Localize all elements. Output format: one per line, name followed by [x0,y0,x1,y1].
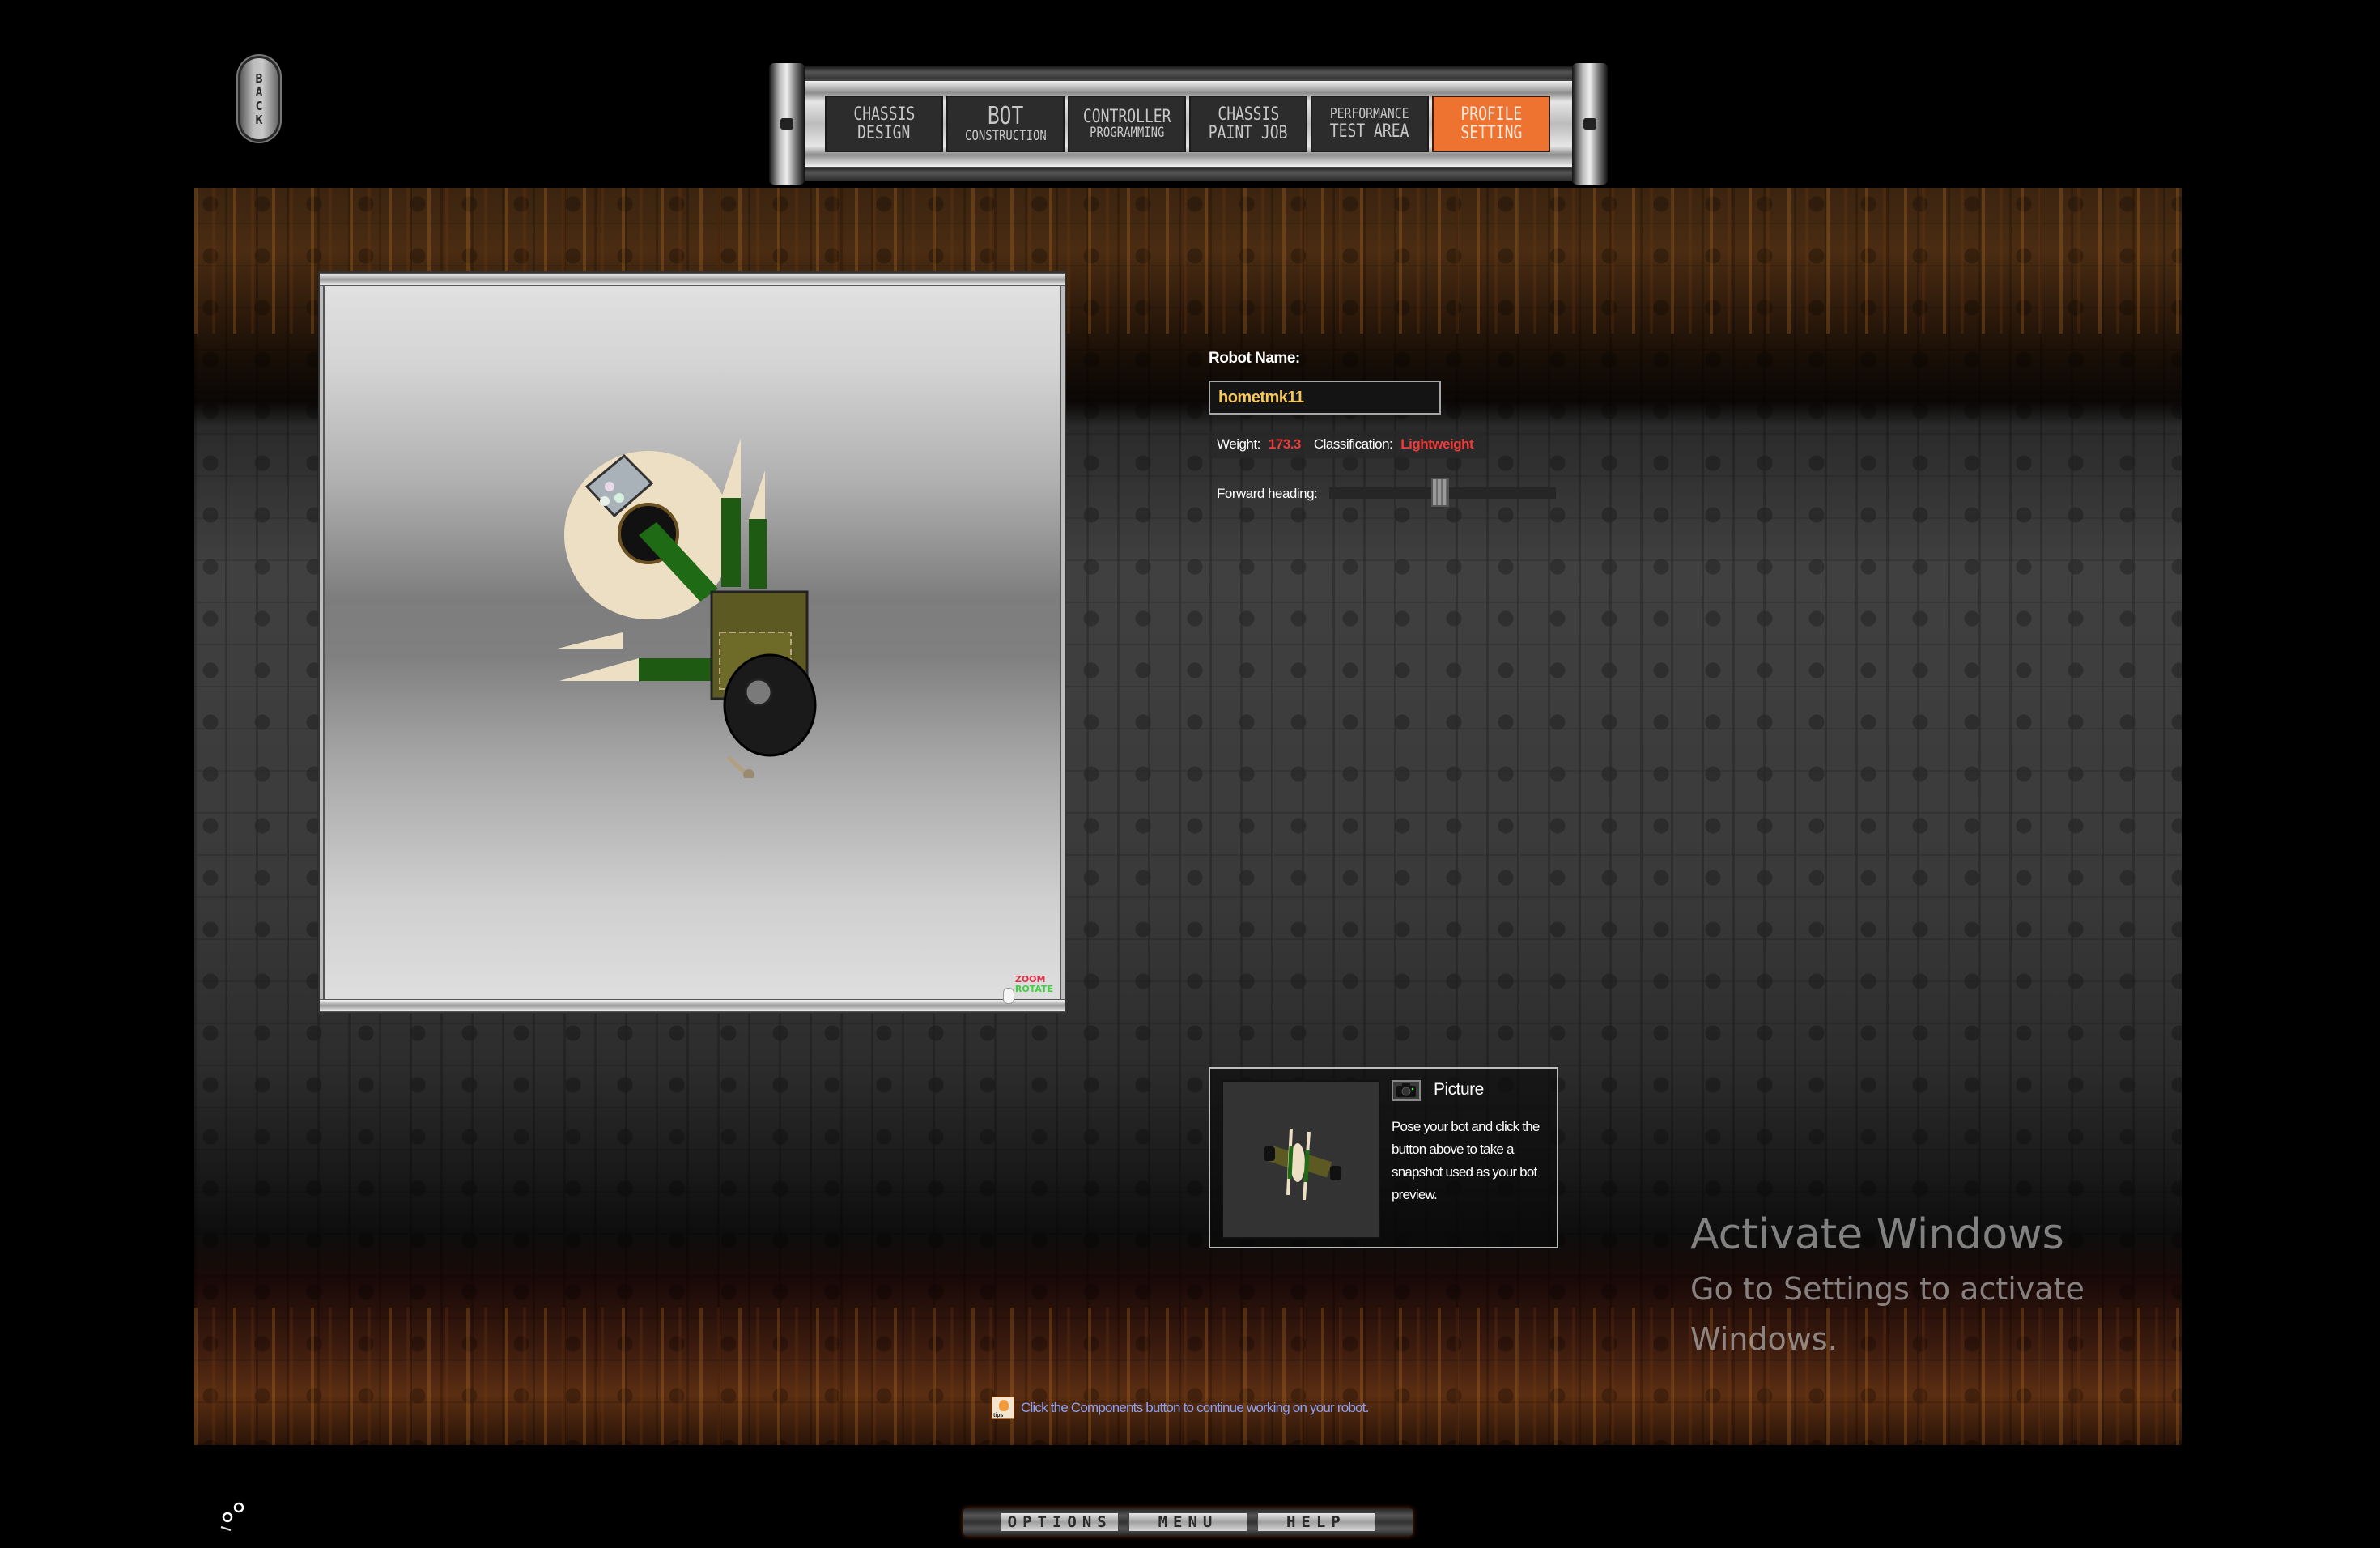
classification-label: Classification: [1313,436,1393,452]
tab-performance-test-area[interactable]: PERFORMANCE TEST AREA [1311,96,1429,152]
robot-loose-part [726,755,747,775]
robot-spike [721,438,741,498]
help-button[interactable]: HELP [1256,1512,1375,1532]
classification-value: Lightweight [1400,436,1474,452]
tab-label-line1: PERFORMANCE [1330,105,1409,122]
robot-name-input[interactable] [1209,381,1441,415]
watermark-subtext: Go to Settings to activate Windows. [1690,1271,2085,1357]
tab-label-line1: PROFILE [1460,104,1523,125]
tab-label-line2: DESIGN [857,123,911,143]
forward-heading-row: Forward heading: [1217,486,1318,502]
picture-description: Pose your bot and click the button above… [1392,1119,1540,1202]
tab-controller-programming[interactable]: CONTROLLER PROGRAMMING [1068,96,1186,152]
loading-spinner-icon [220,1502,244,1532]
tab-label-line2: PAINT JOB [1209,123,1288,143]
tab-label-line1: BOT [987,102,1024,131]
rotate-hint: ROTATE [1014,984,1053,994]
nav-rail-bottom [785,167,1592,181]
tab-label-line2: TEST AREA [1330,121,1409,142]
camera-icon [1396,1083,1416,1097]
tab-bot-construction[interactable]: BOT CONSTRUCTION [946,96,1065,152]
back-button[interactable]: BACK [240,58,278,139]
tab-chassis-paint-job[interactable]: CHASSIS PAINT JOB [1189,96,1307,152]
robot-spike [558,632,623,649]
mouse-icon [1003,988,1014,1004]
tab-label-line2: CONSTRUCTION [964,127,1047,144]
tab-label-line1: CHASSIS [1217,104,1280,125]
bot-preview-thumbnail [1264,1128,1341,1201]
forward-heading-slider-thumb[interactable] [1431,478,1450,507]
robot-spike [559,658,639,681]
tab-label-line2: PROGRAMMING [1089,124,1165,141]
top-navigation-bar: CHASSIS DESIGN BOT CONSTRUCTION CONTROLL… [769,63,1608,185]
viewport-controls-hint: ZOOM ROTATE [1015,975,1053,994]
robot-spike-base [721,498,741,587]
robot-wheel-hub [744,678,773,707]
viewport-frame-rail-bottom [320,999,1065,1012]
tip-bar: Click the Components button to continue … [992,1397,1369,1419]
tab-label-line1: CONTROLLER [1082,106,1171,127]
options-button[interactable]: OPTIONS [1001,1512,1120,1532]
robot-wheel [723,653,817,757]
bot-preview-image [1222,1080,1380,1239]
tab-label-line1: CHASSIS [852,104,916,125]
watermark-heading: Activate Windows [1690,1210,2064,1259]
viewport-frame-rail-top [320,273,1065,286]
tab-chassis-design[interactable]: CHASSIS DESIGN [825,96,943,152]
take-picture-button[interactable] [1392,1080,1421,1101]
weight-value: 173.3 [1268,436,1302,452]
nav-end-cap-left [769,63,805,185]
bottom-menu-bar: OPTIONS MENU HELP [963,1502,1413,1542]
menu-button[interactable]: MENU [1128,1512,1247,1532]
forward-heading-label: Forward heading: [1217,486,1318,501]
forward-heading-slider[interactable] [1329,478,1556,507]
picture-title: Picture [1434,1080,1484,1099]
nav-end-cap-right [1572,63,1608,185]
tips-lightbulb-icon [992,1397,1014,1419]
tip-text: Click the Components button to continue … [1021,1400,1369,1415]
weight-label: Weight: [1217,436,1260,452]
picture-panel: Picture Pose your bot and click the butt… [1209,1067,1558,1248]
tab-profile-setting[interactable]: PROFILE SETTING [1432,96,1550,152]
robot-3d-viewport[interactable]: ZOOM ROTATE [320,273,1065,1012]
activate-windows-watermark: Activate Windows Go to Settings to activ… [1690,1210,2111,1364]
robot-spike [749,470,765,519]
robot-spike-base [749,519,767,589]
nav-tabs: CHASSIS DESIGN BOT CONSTRUCTION CONTROLL… [825,96,1553,152]
tab-label-line2: SETTING [1460,123,1523,143]
back-button-label: BACK [252,71,266,126]
robot-name-label: Robot Name: [1209,350,1300,367]
robot-stats-row: Weight: 173.3 Classification: Lightweigh… [1209,431,1487,458]
robot-model[interactable] [558,438,825,778]
